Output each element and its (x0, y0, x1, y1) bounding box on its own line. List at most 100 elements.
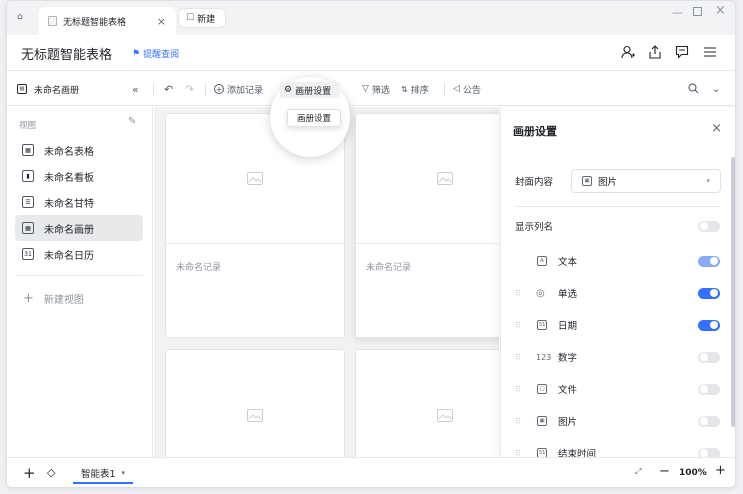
collapse-sidebar-icon[interactable]: « (132, 81, 139, 97)
field-label: 日期 (558, 321, 578, 332)
image-icon (437, 408, 453, 422)
megaphone-icon: ◁ (453, 84, 460, 94)
new-view-button[interactable]: + 新建视图 (15, 285, 143, 311)
cover-select[interactable]: ▣ 图片 ▾ (571, 169, 721, 193)
add-sheet-icon[interactable]: + (23, 464, 36, 482)
sidebar-item-label: 未命名日历 (44, 250, 94, 262)
tab-new[interactable]: ☐ 新建 (178, 8, 226, 28)
field-label: 文件 (558, 385, 578, 396)
field-type-icon: A (537, 256, 547, 266)
share-icon[interactable] (648, 45, 662, 59)
close-tab-icon[interactable]: × (157, 15, 166, 28)
redo-icon[interactable]: ↷ (185, 81, 194, 97)
field-toggle[interactable] (698, 351, 720, 363)
drag-handle-icon[interactable]: ⠿ (515, 417, 521, 426)
field-label: 数字 (558, 353, 578, 364)
maximize-icon[interactable] (693, 7, 702, 16)
add-record-label: 添加记录 (227, 85, 264, 96)
new-view-label: 新建视图 (43, 294, 84, 306)
sidebar-item-label: 未命名甘特 (44, 198, 94, 210)
show-column-label: 显示列名 (515, 222, 554, 233)
sidebar-item-kanban[interactable]: ▮ 未命名看板 (15, 163, 143, 189)
new-doc-icon: ☐ (186, 13, 195, 23)
card-title: 未命名记录 (176, 263, 222, 273)
tab-new-label: 新建 (197, 14, 216, 25)
tab-label: 无标题智能表格 (63, 17, 127, 28)
close-icon[interactable]: × (715, 3, 726, 18)
tooltip-text: 画册设置 (296, 114, 331, 124)
reminder-link[interactable]: ⚑ 提醒查阅 (132, 47, 180, 61)
view-switcher[interactable]: ▦ 未命名画册 (17, 81, 79, 97)
add-record-button[interactable]: + 添加记录 (214, 81, 263, 97)
field-type-icon: ◎ (536, 287, 545, 299)
field-row: ⠿ ▣ 图片 (501, 411, 735, 431)
image-icon (437, 172, 453, 185)
comment-icon[interactable] (675, 45, 689, 59)
tab-smart-table[interactable]: 无标题智能表格 × (39, 7, 176, 35)
drag-handle-icon[interactable]: ⠿ (515, 385, 521, 394)
show-column-row: 显示列名 (501, 216, 735, 236)
picture-icon: ▣ (582, 176, 592, 186)
toolbar: ▦ 未命名画册 « ↶ ↷ + 添加记录 ▽ 筛选 ⇅ 排序 ◁ 公告 ⌄ (7, 72, 735, 106)
sidebar-item-label: 未命名看板 (44, 172, 94, 184)
field-toggle[interactable] (698, 319, 720, 331)
minimize-icon[interactable]: — (672, 6, 683, 19)
search-icon[interactable] (688, 83, 699, 94)
sidebar-item-label: 未命名表格 (44, 146, 94, 158)
sidebar-item-gallery[interactable]: ▦ 未命名画册 (15, 215, 143, 241)
gallery-view-icon: ▦ (17, 84, 27, 94)
menu-icon[interactable] (703, 45, 717, 59)
doc-header: 无标题智能表格 ⚑ 提醒查阅 (7, 35, 735, 71)
scrollbar[interactable] (731, 157, 735, 427)
gallery-card[interactable] (355, 349, 499, 457)
sort-button[interactable]: ⇅ 排序 (401, 81, 429, 97)
fit-screen-icon[interactable]: ⤢ (635, 467, 641, 477)
undo-icon[interactable]: ↶ (164, 81, 173, 97)
sidebar-item-gantt[interactable]: ☰ 未命名甘特 (15, 189, 143, 215)
zoom-out-icon[interactable]: − (659, 464, 670, 479)
tab-bar: ⌂ 无标题智能表格 × ☐ 新建 — × (7, 1, 735, 35)
field-toggle[interactable] (698, 255, 720, 267)
panel-title: 画册设置 (513, 125, 557, 138)
sort-icon: ⇅ (401, 84, 408, 94)
field-toggle[interactable] (698, 287, 720, 299)
plus-circle-icon: + (214, 84, 224, 94)
notice-button[interactable]: ◁ 公告 (453, 81, 481, 97)
drag-handle-icon[interactable]: ⠿ (515, 321, 521, 330)
gallery-card[interactable]: 未命名记录 (355, 113, 499, 338)
gallery-area: 未命名记录 未命名记录 (154, 107, 499, 457)
gallery-card[interactable] (165, 349, 345, 457)
app-window: ⌂ 无标题智能表格 × ☐ 新建 — × 无标题智能表格 ⚑ 提醒查阅 ▦ 未命名… (6, 0, 736, 488)
gallery-settings-button[interactable]: ⚙ 画册设置 (280, 82, 340, 98)
page-title[interactable]: 无标题智能表格 (21, 44, 112, 63)
field-row: ⠿ ◎ 单选 (501, 283, 735, 303)
sidebar-item-label: 未命名画册 (44, 224, 94, 236)
cover-label: 封面内容 (515, 177, 554, 188)
sidebar-item-calendar[interactable]: 31 未命名日历 (15, 241, 143, 267)
chevron-down-icon[interactable]: ⌄ (712, 81, 720, 97)
sidebar-item-table[interactable]: ▦ 未命名表格 (15, 137, 143, 163)
zoom-in-icon[interactable]: + (715, 463, 726, 478)
sidebar-title: 视图 (19, 121, 37, 131)
cover-placeholder (356, 114, 499, 244)
filter-label: 筛选 (371, 85, 390, 96)
field-toggle[interactable] (698, 383, 720, 395)
field-toggle[interactable] (698, 415, 720, 427)
filter-button[interactable]: ▽ 筛选 (362, 81, 390, 97)
drag-handle-icon[interactable]: ⠿ (515, 353, 521, 362)
show-column-toggle[interactable] (698, 220, 720, 232)
field-row: ⠿ ▢ 文件 (501, 379, 735, 399)
reminder-label: 提醒查阅 (143, 50, 180, 60)
field-row: ⠿ 123 数字 (501, 347, 735, 367)
close-panel-icon[interactable]: × (711, 121, 722, 136)
sheet-tab[interactable]: 智能表1 ▾ (73, 464, 134, 484)
drag-handle-icon[interactable]: ⠿ (515, 289, 521, 298)
home-icon[interactable]: ⌂ (17, 12, 23, 22)
divider (515, 206, 721, 207)
pin-icon[interactable]: ✎ (128, 116, 136, 127)
kanban-view-icon: ▮ (22, 170, 34, 182)
card-title: 未命名记录 (366, 263, 412, 273)
add-member-icon[interactable] (621, 45, 635, 59)
layers-icon[interactable]: ◇ (47, 466, 55, 479)
image-icon (247, 172, 263, 185)
